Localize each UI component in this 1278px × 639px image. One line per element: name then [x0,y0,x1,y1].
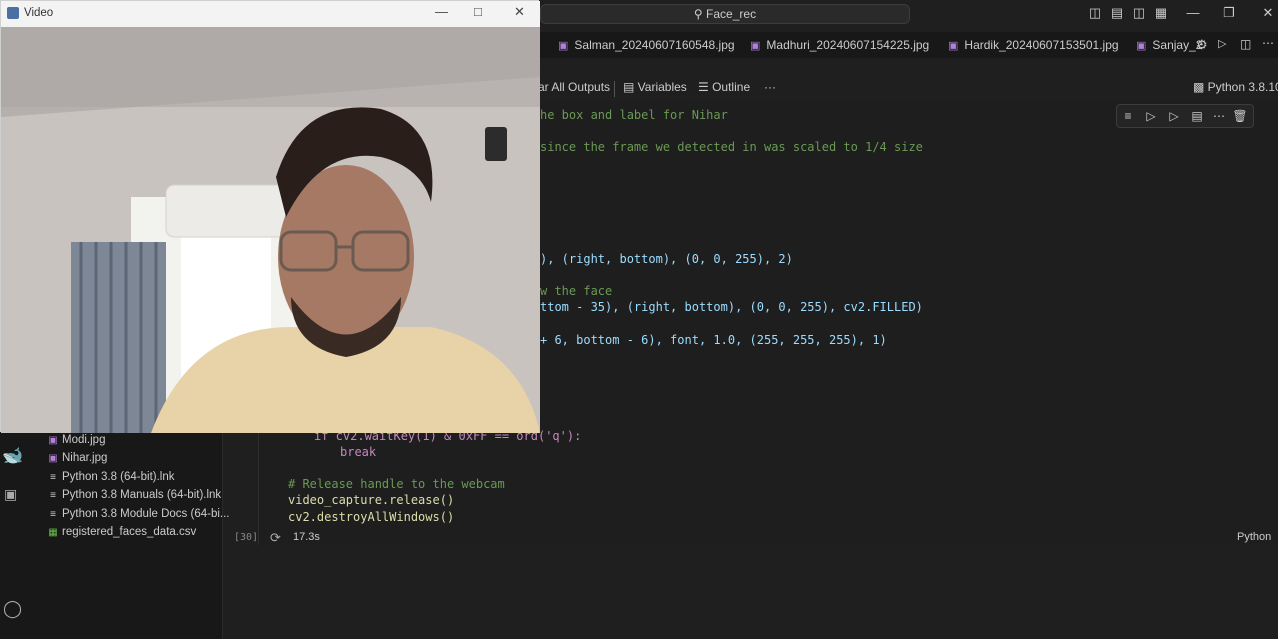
file-item[interactable]: ≡ Python 3.8 Manuals (64-bit).lnk [46,486,221,504]
code-line: he box and label for Nihar [540,108,728,122]
toggle-secondary-sidebar-icon[interactable]: ◫ [1132,6,1146,20]
chat-icon[interactable]: ▣ [4,486,17,503]
execution-time: 17.3s [293,531,320,543]
tab-hardik[interactable]: ▣ Hardik_20240607153501.jpg [948,32,1119,58]
more-toolbar-button[interactable]: ··· [764,80,776,94]
app-icon [7,7,19,19]
variables-button[interactable]: ▤ Variables [623,80,687,94]
cell-language[interactable]: Python [1237,531,1271,543]
code-line: cv2.destroyAllWindows() [288,510,455,524]
delete-cell-icon[interactable]: 🗑 [1232,108,1248,124]
file-item[interactable]: ▦ registered_faces_data.csv [46,523,196,541]
variables-icon: ▤ [623,80,638,94]
close-icon[interactable]: ✕ [514,4,525,20]
tab-sanjay[interactable]: ▣ Sanjay_2 [1136,32,1202,58]
explorer-sidebar: ▣ Modi.jpg ▣ Nihar.jpg ≡ Python 3.8 (64-bit… [34,430,229,639]
run-above-icon[interactable]: ≡ [1120,108,1136,124]
video-window-title: Video [24,7,54,19]
run-below-icon[interactable]: ▷ [1166,108,1182,124]
account-icon[interactable]: ◯ [3,599,22,619]
code-line: video_capture.release() [288,493,455,507]
code-line: ), (right, bottom), (0, 0, 255), 2) [540,252,793,266]
gear-icon[interactable]: ⚙ [1196,37,1208,53]
activity-bar: 🐋 ▣ ◯ [0,430,34,639]
search-icon: ⚲ [693,7,707,21]
csv-icon: ▦ [48,527,58,538]
code-line: + 6, bottom - 6), font, 1.0, (255, 255, … [540,333,887,347]
code-line: w the face [540,284,613,298]
file-item[interactable]: ▣ Nihar.jpg [46,449,107,467]
cell-more-icon[interactable]: ⋯ [1211,108,1227,124]
split-editor-icon[interactable]: ◫ [1240,37,1251,51]
file-item[interactable]: ≡ Python 3.8 Module Docs (64-bi... [46,505,229,523]
command-center-search[interactable]: ⚲ Face_rec [540,4,910,24]
code-line: since the frame we detected in was scale… [540,140,923,154]
tab-salman[interactable]: ▣ Salman_20240607160548.jpg [558,32,735,58]
minimize-icon[interactable]: — [435,4,448,19]
maximize-icon[interactable]: □ [474,4,482,19]
editor-tabs: ▣ Salman_20240607160548.jpg ▣ Madhuri_2024… [538,32,1278,58]
video-window[interactable]: Video — □ ✕ [0,0,540,433]
webcam-image [1,27,540,433]
docker-icon[interactable]: 🐋 [2,446,23,466]
execution-count: [30] [234,532,259,543]
image-icon: ▣ [948,40,959,52]
maximize-icon[interactable]: ❐ [1222,6,1236,20]
image-icon: ▣ [750,40,761,52]
cell-toolbar: ≡ ▷ ▷ ▤ ⋯ 🗑 [1116,104,1254,128]
notebook-toolbar: ar All Outputs ▤ Variables ☰ Outline ···… [538,78,1278,100]
customize-layout-icon[interactable]: ▦ [1154,6,1168,20]
toggle-primary-sidebar-icon[interactable]: ◫ [1088,6,1102,20]
file-icon: ≡ [50,490,56,501]
outline-button[interactable]: ☰ Outline [698,80,750,94]
more-actions-icon[interactable]: ⋯ [1262,36,1274,50]
close-icon[interactable]: ✕ [1261,6,1275,20]
clear-all-outputs-button[interactable]: ar All Outputs [538,80,610,94]
outline-icon: ☰ [698,80,713,94]
split-cell-icon[interactable]: ▤ [1189,108,1205,124]
image-icon: ▣ [48,435,58,446]
tab-madhuri[interactable]: ▣ Madhuri_20240607154225.jpg [750,32,929,58]
code-line: break [340,445,377,459]
minimize-icon[interactable]: — [1186,6,1200,20]
image-icon: ▣ [558,40,569,52]
file-item[interactable]: ▣ Modi.jpg [46,431,105,449]
image-icon: ▣ [1136,40,1147,52]
run-cell-icon[interactable]: ▷ [1143,108,1159,124]
refresh-icon: ⟳ [270,530,281,545]
code-line: ttom - 35), (right, bottom), (0, 0, 255)… [540,300,923,314]
toolbar-divider [614,81,615,97]
toggle-panel-icon[interactable]: ▤ [1110,6,1124,20]
file-icon: ≡ [50,472,56,483]
search-text: Face_rec [706,7,757,21]
webcam-frame [1,27,540,433]
run-icon[interactable]: ▷ [1218,37,1226,50]
code-line: # Release handle to the webcam [288,477,505,491]
kernel-icon: ▩ [1193,80,1208,94]
image-icon: ▣ [48,453,58,464]
file-item[interactable]: ≡ Python 3.8 (64-bit).lnk [46,468,174,486]
file-icon: ≡ [50,509,56,520]
kernel-picker[interactable]: ▩ Python 3.8.10 [1193,80,1278,94]
video-window-titlebar[interactable]: Video — □ ✕ [1,1,540,27]
